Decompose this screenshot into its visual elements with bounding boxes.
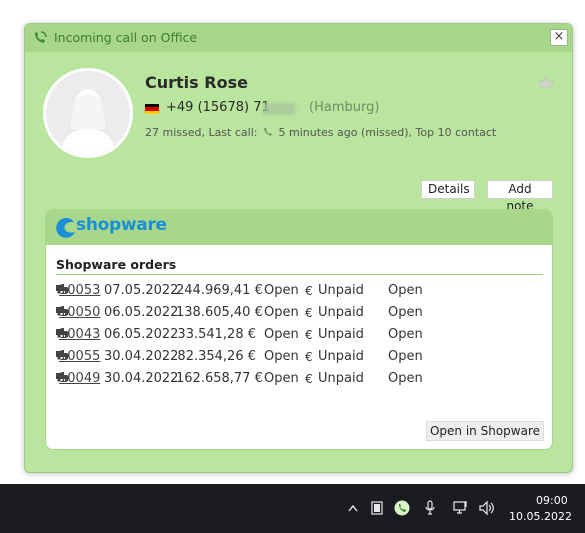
phone-number[interactable]: +49 (15678) 71 (166, 100, 270, 115)
order-amount: 162.658,77 € (176, 371, 263, 386)
table-row: 10053 07.05.2022 244.969,41 € Open € Unp… (56, 283, 423, 305)
order-id-link[interactable]: 10043 (59, 327, 100, 342)
order-date: 07.05.2022 (104, 283, 179, 298)
order-id-link[interactable]: 10053 (59, 283, 100, 298)
orders-divider (56, 274, 543, 275)
shopware-logo-text: shopware (76, 215, 167, 235)
order-date: 06.05.2022 (104, 327, 179, 342)
taskbar (0, 484, 585, 533)
euro-icon: € (305, 306, 313, 320)
phone-app-icon[interactable] (394, 500, 410, 516)
euro-icon: € (305, 350, 313, 364)
missed-call-icon (264, 128, 272, 136)
order-status: Open (264, 327, 299, 342)
contact-stats: 27 missed, Last call: 5 minutes ago (mis… (145, 126, 496, 139)
order-status: Open (264, 283, 299, 298)
order-amount: 138.605,40 € (176, 305, 263, 320)
add-note-button[interactable]: Add note (487, 180, 553, 213)
clock-time[interactable]: 09:00 (536, 494, 568, 507)
order-id-link[interactable]: 10055 (59, 349, 100, 364)
euro-icon: € (305, 328, 313, 342)
payment-status: Unpaid (318, 349, 364, 364)
table-row: 10055 30.04.2022 82.354,26 € Open € Unpa… (56, 349, 423, 371)
chevron-up-icon[interactable] (348, 504, 358, 512)
shipping-status: Open (388, 283, 423, 298)
incoming-call-popup: Incoming call on Office × Curtis Rose +4… (24, 23, 573, 473)
euro-icon: € (305, 372, 313, 386)
crown-icon[interactable] (538, 75, 554, 89)
popup-titlebar: Incoming call on Office × (25, 24, 572, 52)
table-row: 10050 06.05.2022 138.605,40 € Open € Unp… (56, 305, 423, 327)
de-flag-icon (145, 104, 159, 114)
close-button[interactable]: × (550, 29, 568, 46)
order-amount: 82.354,26 € (177, 349, 256, 364)
shipping-status: Open (388, 305, 423, 320)
order-status: Open (264, 349, 299, 364)
table-row: 10049 30.04.2022 162.658,77 € Open € Unp… (56, 371, 423, 393)
orders-table: 10053 07.05.2022 244.969,41 € Open € Unp… (56, 283, 423, 393)
order-amount: 244.969,41 € (176, 283, 263, 298)
stats-prefix: 27 missed, Last call: (145, 126, 258, 139)
euro-icon: € (305, 284, 313, 298)
avatar (43, 68, 133, 158)
open-in-shopware-button[interactable]: Open in Shopware (426, 421, 544, 441)
shipping-status: Open (388, 327, 423, 342)
contact-location: (Hamburg) (309, 100, 380, 115)
popup-title: Incoming call on Office (54, 30, 198, 45)
shopware-header: shopware (46, 210, 552, 245)
payment-status: Unpaid (318, 371, 364, 386)
phone-leaf-icon (35, 31, 47, 43)
payment-status: Unpaid (318, 305, 364, 320)
orders-title: Shopware orders (56, 257, 177, 272)
order-id-link[interactable]: 10050 (59, 305, 100, 320)
order-date: 30.04.2022 (104, 371, 179, 386)
payment-status: Unpaid (318, 283, 364, 298)
shipping-status: Open (388, 349, 423, 364)
payment-status: Unpaid (318, 327, 364, 342)
phone-redaction (263, 103, 295, 115)
volume-icon[interactable] (478, 500, 496, 516)
tablet-icon[interactable] (371, 501, 383, 515)
order-date: 30.04.2022 (104, 349, 179, 364)
stats-suffix: 5 minutes ago (missed), Top 10 contact (278, 126, 497, 139)
person-placeholder-icon (46, 71, 130, 155)
shopware-card: shopware Shopware orders 10053 07.05.202… (45, 209, 553, 450)
order-amount: 33.541,28 € (177, 327, 256, 342)
order-status: Open (264, 371, 299, 386)
shopware-logo-icon (56, 218, 75, 238)
shipping-status: Open (388, 371, 423, 386)
details-button[interactable]: Details (421, 180, 475, 199)
contact-name: Curtis Rose (145, 73, 248, 92)
microphone-icon[interactable] (425, 500, 435, 516)
order-id-link[interactable]: 10049 (59, 371, 100, 386)
clock-date[interactable]: 10.05.2022 (509, 510, 572, 523)
network-icon[interactable] (453, 500, 469, 516)
table-row: 10043 06.05.2022 33.541,28 € Open € Unpa… (56, 327, 423, 349)
order-status: Open (264, 305, 299, 320)
order-date: 06.05.2022 (104, 305, 179, 320)
